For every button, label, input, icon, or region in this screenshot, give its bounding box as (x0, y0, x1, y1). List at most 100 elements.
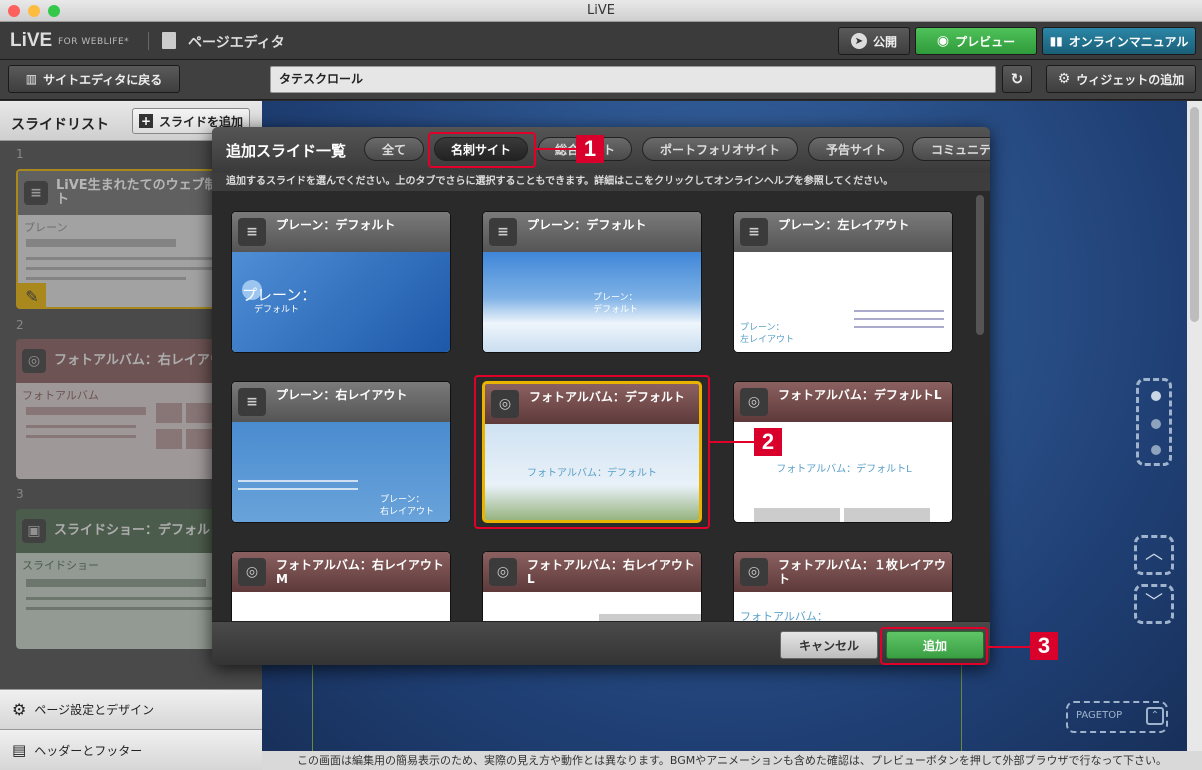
tab-teaser[interactable]: 予告サイト (808, 137, 904, 161)
template-preview-text: フォトアルバム：デフォルトL (776, 464, 912, 475)
layout-icon: ▤ (12, 741, 27, 759)
zoom-window-button[interactable] (48, 5, 60, 17)
template-title: フォトアルバム：デフォルトL (778, 388, 942, 402)
status-bar: この画面は編集用の簡易表示のため、実際の見え方や動作とは異なります。BGMやアニ… (262, 751, 1202, 770)
text-icon: ≡ (238, 388, 266, 416)
page-settings-button[interactable]: ⚙ ページ設定とデザイン (0, 689, 262, 729)
text-icon: ≡ (489, 218, 517, 246)
slide-number: 1 (16, 147, 24, 161)
template-title: プレーン：デフォルト (276, 218, 396, 232)
app-logo: LiVE (10, 30, 53, 51)
online-manual-button[interactable]: ▮▮ オンラインマニュアル (1042, 27, 1196, 55)
template-title: プレーン：デフォルト (527, 218, 647, 232)
annotation-highlight-2 (474, 375, 710, 529)
text-icon: ≡ (740, 218, 768, 246)
slide-number: 3 (16, 487, 24, 501)
template-title: フォトアルバム：１枚レイアウト (778, 558, 946, 586)
dialog-title: 追加スライド一覧 (226, 142, 347, 160)
annotation-badge-1: 1 (576, 135, 604, 163)
camera-icon: ◎ (22, 349, 46, 373)
tab-portfolio[interactable]: ポートフォリオサイト (642, 137, 798, 161)
slide-item-title: スライドショー：デフォルト (54, 523, 224, 538)
slide-item-type: フォトアルバム (22, 389, 99, 402)
template-card[interactable]: ≡ プレーン：デフォルト プレーン： デフォルト (231, 211, 451, 353)
slide-item-type: スライドショー (22, 559, 99, 572)
slide-list-title: スライドリスト (11, 117, 109, 133)
annotation-badge-3: 3 (1030, 632, 1058, 660)
page-settings-label: ページ設定とデザイン (34, 703, 155, 717)
publish-label: 公開 (872, 34, 897, 49)
preview-button[interactable]: ◉ プレビュー (915, 27, 1037, 55)
annotation-badge-2: 2 (754, 428, 782, 456)
text-icon: ≡ (238, 218, 266, 246)
grid-scrollbar-thumb[interactable] (976, 195, 984, 335)
chevron-up-icon: ︿ (1145, 543, 1163, 564)
close-window-button[interactable] (8, 5, 20, 17)
window-title: LiVE (587, 3, 615, 18)
grid-icon: ▥ (25, 72, 38, 86)
template-title: フォトアルバム：右レイアウトL (527, 558, 695, 586)
scroll-up-button[interactable]: ︿ (1134, 535, 1174, 575)
camera-icon: ◎ (489, 558, 517, 586)
tab-all[interactable]: 全て (364, 137, 424, 161)
camera-icon: ◎ (740, 388, 768, 416)
cancel-button[interactable]: キャンセル (780, 631, 878, 659)
camera-icon: ◎ (740, 558, 768, 586)
scroll-down-button[interactable]: ﹀ (1134, 584, 1174, 624)
slide-title-input[interactable]: タテスクロール (270, 66, 996, 93)
gear-icon: ⚙ (1057, 71, 1071, 87)
template-preview-sub: デフォルト (593, 305, 639, 315)
slide-number: 2 (16, 318, 24, 332)
template-card[interactable]: ≡ プレーン：左レイアウト プレーン： 左レイアウト (733, 211, 953, 353)
pagetop-label: PAGETOP (1076, 710, 1123, 721)
tab-community[interactable]: コミュニティ (912, 137, 990, 161)
template-preview-sub: デフォルト (254, 305, 300, 315)
template-preview-sub: 左レイアウト (740, 335, 795, 345)
window-titlebar: LiVE (0, 0, 1202, 22)
back-to-site-editor-button[interactable]: ▥ サイトエディタに戻る (8, 65, 180, 93)
preview-label: プレビュー (955, 34, 1016, 49)
header-footer-label: ヘッダーとフッター (34, 743, 143, 758)
template-title: プレーン：右レイアウト (276, 388, 408, 402)
edit-pencil-icon[interactable]: ✎ (18, 283, 46, 307)
canvas-scrollbar-thumb[interactable] (1190, 107, 1199, 322)
page-icon (162, 32, 176, 49)
slide-item-type: プレーン (24, 221, 68, 234)
minimize-window-button[interactable] (28, 5, 40, 17)
template-preview-sub: 右レイアウト (380, 507, 435, 517)
annotation-highlight-3 (880, 627, 988, 665)
annotation-highlight-1 (428, 132, 536, 168)
refresh-button[interactable]: ↻ (1002, 65, 1032, 93)
page-editor-label: ページエディタ (188, 35, 285, 51)
back-to-site-editor-label: サイトエディタに戻る (43, 72, 163, 87)
template-title: プレーン：左レイアウト (778, 218, 910, 232)
template-preview-text: フォトアルバム： (740, 610, 828, 621)
image-icon: ▣ (22, 519, 46, 543)
template-card[interactable]: ≡ プレーン：デフォルト プレーン： デフォルト (482, 211, 702, 353)
annotation-line-1 (536, 148, 576, 150)
gear-icon: ⚙ (12, 700, 27, 719)
canvas-scrollbar[interactable] (1187, 101, 1202, 751)
template-card[interactable]: ◎ フォトアルバム：右レイアウトL (482, 551, 702, 621)
pagetop-icon: ⌃ (1146, 707, 1164, 725)
dialog-hint[interactable]: 追加するスライドを選んでください。上のタブでさらに選択することもできます。詳細は… (212, 173, 990, 191)
eye-icon: ◉ (936, 33, 950, 49)
book-icon: ▮▮ (1049, 34, 1063, 48)
text-icon: ≡ (24, 181, 48, 205)
vertical-nav-dots[interactable] (1136, 378, 1172, 466)
plus-icon: + (138, 114, 153, 128)
camera-icon: ◎ (238, 558, 266, 586)
publish-button[interactable]: ➤ 公開 (838, 27, 910, 55)
chevron-down-icon: ﹀ (1145, 592, 1163, 613)
template-card[interactable]: ◎ フォトアルバム：１枚レイアウト フォトアルバム： (733, 551, 953, 621)
template-card[interactable]: ◎ フォトアルバム：右レイアウトM (231, 551, 451, 621)
annotation-line-2 (710, 441, 754, 443)
pagetop-button[interactable]: PAGETOP ⌃ (1066, 701, 1168, 733)
refresh-icon: ↻ (1010, 70, 1024, 88)
publish-icon: ➤ (850, 33, 867, 49)
template-card[interactable]: ≡ プレーン：右レイアウト プレーン： 右レイアウト (231, 381, 451, 523)
add-widget-label: ウィジェットの追加 (1076, 72, 1185, 87)
dialog-footer: キャンセル 追加 (212, 621, 990, 665)
add-widget-button[interactable]: ⚙ ウィジェットの追加 (1046, 65, 1196, 93)
header-footer-button[interactable]: ▤ ヘッダーとフッター (0, 729, 262, 770)
